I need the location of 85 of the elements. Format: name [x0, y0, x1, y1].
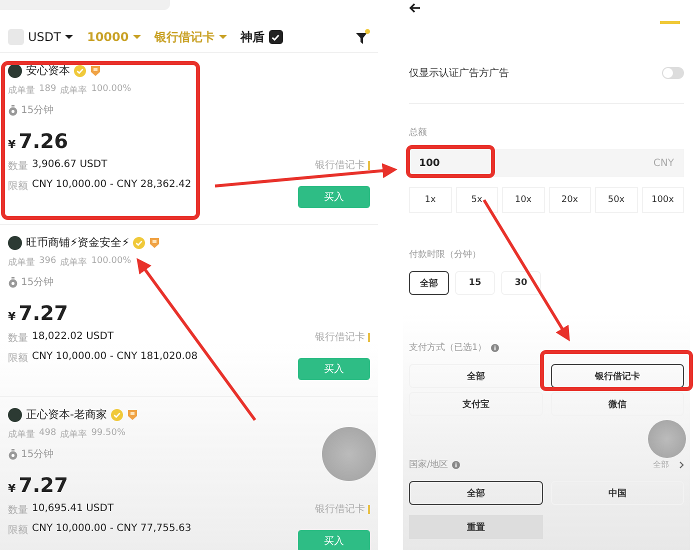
verified-icon: [74, 64, 86, 76]
payment-time: 15分钟: [21, 104, 54, 117]
currency-symbol: ¥: [8, 482, 16, 495]
order-count-label: 成单量: [8, 256, 35, 269]
multiplier-button[interactable]: 20x: [548, 187, 591, 213]
caret-icon: [218, 35, 227, 39]
option-chip[interactable]: 微信: [550, 392, 684, 416]
multiplier-button[interactable]: 1x: [409, 187, 452, 213]
completion-rate: 100.00%: [91, 256, 132, 268]
info-icon: [452, 460, 460, 468]
option-chip[interactable]: 15: [455, 271, 495, 295]
price: 7.27: [18, 301, 68, 325]
quantity-label: 数量: [8, 332, 28, 345]
payment-method: 银行借记卡: [315, 330, 365, 344]
checkbox[interactable]: [268, 30, 283, 44]
limit-range: CNY 10,000.00 - CNY 28,362.42: [32, 179, 192, 192]
option-chip[interactable]: 全部: [409, 271, 449, 295]
price: 7.27: [18, 473, 68, 497]
option-chip[interactable]: 30: [501, 271, 541, 295]
completion-rate: 100.00%: [91, 84, 132, 96]
currency-symbol: ¥: [8, 138, 16, 151]
shield-icon: [126, 408, 138, 420]
info-icon: [490, 344, 499, 352]
merchant-name: 正心资本-老商家: [26, 407, 107, 422]
section-title: 付款时限（分钟）: [409, 248, 482, 261]
price: 7.26: [18, 129, 68, 153]
verified-icon: [133, 236, 146, 248]
multiplier-button[interactable]: 100x: [642, 187, 684, 213]
quantity-label: 数量: [8, 504, 28, 517]
quantity-label: 数量: [8, 160, 28, 173]
multiplier-button[interactable]: 5x: [456, 187, 498, 213]
option-chip[interactable]: 全部: [409, 364, 542, 388]
limit-range: CNY 10,000.00 - CNY 181,020.08: [32, 351, 198, 364]
option-chip[interactable]: 中国: [550, 481, 684, 505]
tab-indicator: [660, 21, 680, 24]
stopwatch-icon: [8, 448, 18, 460]
order-count: 396: [39, 256, 56, 268]
avatar: [8, 236, 22, 250]
avatar: [8, 408, 22, 422]
chevron-right-icon: [679, 460, 684, 468]
verified-icon: [110, 408, 123, 420]
reset-button[interactable]: 重置: [409, 515, 543, 539]
completion-rate-label: 成单率: [60, 84, 88, 97]
merchant-name: 旺币商铺⚡资金安全⚡: [26, 235, 130, 250]
stopwatch-icon: [8, 104, 18, 116]
limit-range: CNY 10,000.00 - CNY 77,755.63: [32, 523, 192, 536]
order-count: 498: [39, 428, 56, 440]
section-title: 总额: [409, 126, 428, 139]
order-count: 189: [39, 84, 56, 96]
shield-icon: [149, 236, 160, 248]
quantity: 10,695.41 USDT: [32, 503, 114, 516]
order-count-label: 成单量: [8, 84, 35, 97]
quantity: 3,906.67 USDT: [32, 159, 108, 172]
merchant-name: 安心资本: [26, 63, 70, 78]
completion-rate-label: 成单率: [60, 428, 88, 441]
payment-time: 15分钟: [21, 276, 54, 289]
completion-rate-label: 成单率: [60, 256, 88, 269]
order-count-label: 成单量: [8, 428, 35, 441]
limit-label: 限额: [8, 352, 28, 365]
checkmark-icon: [271, 32, 280, 42]
toggle-switch[interactable]: [662, 67, 684, 79]
payment-method: 银行借记卡: [315, 158, 365, 172]
payment-method: 银行借记卡: [315, 502, 365, 516]
toggle-label: 仅显示认证广告方广告: [409, 66, 509, 80]
stopwatch-icon: [8, 276, 18, 288]
coin-selector[interactable]: USDT: [28, 30, 61, 44]
multiplier-button[interactable]: 10x: [502, 187, 544, 213]
shield-label: 神盾: [240, 28, 265, 46]
currency-symbol: ¥: [8, 310, 16, 323]
caret-icon: [132, 35, 141, 39]
section-title: 支付方式（已选1）: [409, 342, 487, 354]
shield-icon: [90, 64, 101, 76]
filter-icon[interactable]: [356, 29, 370, 45]
multiplier-button[interactable]: 50x: [595, 187, 638, 213]
section-title: 国家/地区: [409, 458, 448, 471]
amount-field[interactable]: 100 CNY: [409, 149, 684, 177]
payment-time: 15分钟: [21, 448, 54, 461]
limit-label: 限额: [8, 180, 28, 193]
completion-rate: 99.50%: [91, 428, 126, 440]
limit-label: 限额: [8, 524, 28, 537]
back-arrow-icon[interactable]: [409, 3, 421, 13]
option-chip[interactable]: 银行借记卡: [550, 364, 684, 388]
option-chip[interactable]: 全部: [409, 481, 542, 505]
quantity: 18,022.02 USDT: [32, 331, 114, 344]
caret-icon: [64, 35, 73, 39]
